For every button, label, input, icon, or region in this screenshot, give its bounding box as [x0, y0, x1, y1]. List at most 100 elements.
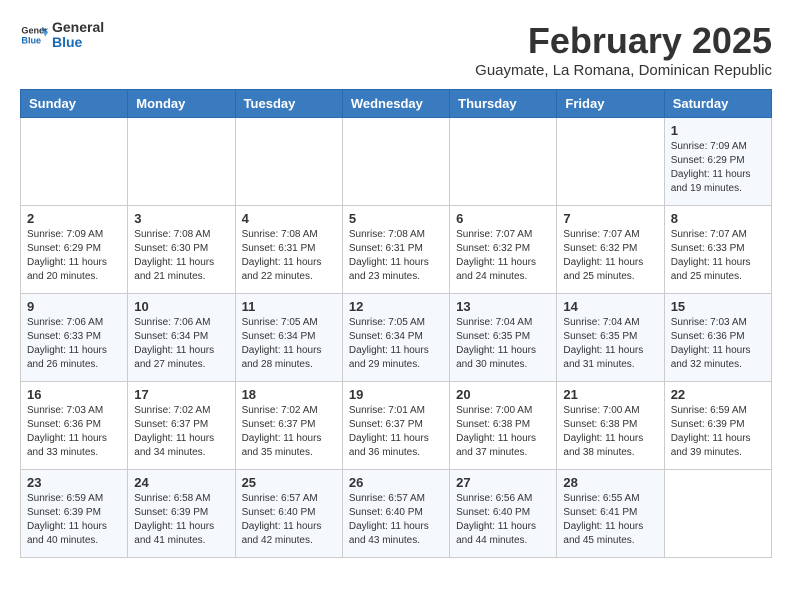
day-info: Sunrise: 6:59 AM Sunset: 6:39 PM Dayligh…: [671, 404, 765, 460]
day-number: 19: [349, 387, 443, 402]
calendar-cell: 17 Sunrise: 7:02 AM Sunset: 6:37 PM Dayli…: [128, 382, 235, 470]
day-number: 11: [242, 299, 336, 314]
calendar-cell: 2 Sunrise: 7:09 AM Sunset: 6:29 PM Daylig…: [21, 206, 128, 294]
day-info: Sunrise: 7:09 AM Sunset: 6:29 PM Dayligh…: [27, 228, 121, 284]
header-saturday: Saturday: [664, 90, 771, 118]
day-number: 8: [671, 211, 765, 226]
day-info: Sunrise: 6:55 AM Sunset: 6:41 PM Dayligh…: [563, 492, 657, 548]
calendar-cell: [235, 118, 342, 206]
calendar-cell: [21, 118, 128, 206]
calendar-week-2: 2 Sunrise: 7:09 AM Sunset: 6:29 PM Daylig…: [21, 206, 772, 294]
day-number: 28: [563, 475, 657, 490]
day-info: Sunrise: 7:04 AM Sunset: 6:35 PM Dayligh…: [456, 316, 550, 372]
day-info: Sunrise: 7:06 AM Sunset: 6:33 PM Dayligh…: [27, 316, 121, 372]
calendar-cell: 12 Sunrise: 7:05 AM Sunset: 6:34 PM Dayli…: [342, 294, 449, 382]
day-number: 17: [134, 387, 228, 402]
day-info: Sunrise: 7:04 AM Sunset: 6:35 PM Dayligh…: [563, 316, 657, 372]
day-info: Sunrise: 7:06 AM Sunset: 6:34 PM Dayligh…: [134, 316, 228, 372]
day-info: Sunrise: 7:07 AM Sunset: 6:32 PM Dayligh…: [456, 228, 550, 284]
day-info: Sunrise: 7:08 AM Sunset: 6:30 PM Dayligh…: [134, 228, 228, 284]
day-number: 25: [242, 475, 336, 490]
day-number: 6: [456, 211, 550, 226]
calendar-week-4: 16 Sunrise: 7:03 AM Sunset: 6:36 PM Dayli…: [21, 382, 772, 470]
calendar-cell: 9 Sunrise: 7:06 AM Sunset: 6:33 PM Daylig…: [21, 294, 128, 382]
calendar-cell: 24 Sunrise: 6:58 AM Sunset: 6:39 PM Dayli…: [128, 470, 235, 558]
day-info: Sunrise: 7:07 AM Sunset: 6:33 PM Dayligh…: [671, 228, 765, 284]
day-info: Sunrise: 6:57 AM Sunset: 6:40 PM Dayligh…: [242, 492, 336, 548]
header-thursday: Thursday: [450, 90, 557, 118]
calendar-cell: 25 Sunrise: 6:57 AM Sunset: 6:40 PM Dayli…: [235, 470, 342, 558]
calendar-cell: 11 Sunrise: 7:05 AM Sunset: 6:34 PM Dayli…: [235, 294, 342, 382]
day-number: 2: [27, 211, 121, 226]
calendar-cell: 10Sunrise: 7:06 AM Sunset: 6:34 PM Dayli…: [128, 294, 235, 382]
day-number: 21: [563, 387, 657, 402]
day-info: Sunrise: 6:58 AM Sunset: 6:39 PM Dayligh…: [134, 492, 228, 548]
day-number: 5: [349, 211, 443, 226]
day-number: 26: [349, 475, 443, 490]
day-info: Sunrise: 6:57 AM Sunset: 6:40 PM Dayligh…: [349, 492, 443, 548]
day-info: Sunrise: 7:01 AM Sunset: 6:37 PM Dayligh…: [349, 404, 443, 460]
day-number: 16: [27, 387, 121, 402]
calendar-cell: [557, 118, 664, 206]
calendar-cell: [450, 118, 557, 206]
calendar-cell: 21 Sunrise: 7:00 AM Sunset: 6:38 PM Dayli…: [557, 382, 664, 470]
calendar: SundayMondayTuesdayWednesdayThursdayFrid…: [20, 89, 772, 558]
header-sunday: Sunday: [21, 90, 128, 118]
calendar-cell: 1Sunrise: 7:09 AM Sunset: 6:29 PM Daylig…: [664, 118, 771, 206]
day-info: Sunrise: 7:03 AM Sunset: 6:36 PM Dayligh…: [27, 404, 121, 460]
calendar-cell: 8 Sunrise: 7:07 AM Sunset: 6:33 PM Daylig…: [664, 206, 771, 294]
day-info: Sunrise: 6:56 AM Sunset: 6:40 PM Dayligh…: [456, 492, 550, 548]
subtitle: Guaymate, La Romana, Dominican Republic: [475, 62, 772, 79]
day-info: Sunrise: 6:59 AM Sunset: 6:39 PM Dayligh…: [27, 492, 121, 548]
calendar-cell: 23Sunrise: 6:59 AM Sunset: 6:39 PM Dayli…: [21, 470, 128, 558]
calendar-cell: 5 Sunrise: 7:08 AM Sunset: 6:31 PM Daylig…: [342, 206, 449, 294]
header-friday: Friday: [557, 90, 664, 118]
svg-text:Blue: Blue: [21, 36, 41, 46]
day-info: Sunrise: 7:02 AM Sunset: 6:37 PM Dayligh…: [242, 404, 336, 460]
calendar-cell: 15Sunrise: 7:03 AM Sunset: 6:36 PM Dayli…: [664, 294, 771, 382]
calendar-cell: 18 Sunrise: 7:02 AM Sunset: 6:37 PM Dayli…: [235, 382, 342, 470]
day-info: Sunrise: 7:05 AM Sunset: 6:34 PM Dayligh…: [349, 316, 443, 372]
main-title: February 2025: [475, 20, 772, 62]
day-number: 13: [456, 299, 550, 314]
page-header: General Blue General Blue February 2025 …: [20, 20, 772, 79]
calendar-cell: 16 Sunrise: 7:03 AM Sunset: 6:36 PM Dayli…: [21, 382, 128, 470]
day-number: 4: [242, 211, 336, 226]
header-monday: Monday: [128, 90, 235, 118]
calendar-cell: 22Sunrise: 6:59 AM Sunset: 6:39 PM Dayli…: [664, 382, 771, 470]
calendar-cell: 3 Sunrise: 7:08 AM Sunset: 6:30 PM Daylig…: [128, 206, 235, 294]
day-number: 27: [456, 475, 550, 490]
day-info: Sunrise: 7:00 AM Sunset: 6:38 PM Dayligh…: [563, 404, 657, 460]
logo-line1: General: [52, 20, 104, 35]
day-info: Sunrise: 7:08 AM Sunset: 6:31 PM Dayligh…: [242, 228, 336, 284]
day-number: 15: [671, 299, 765, 314]
day-info: Sunrise: 7:05 AM Sunset: 6:34 PM Dayligh…: [242, 316, 336, 372]
day-info: Sunrise: 7:09 AM Sunset: 6:29 PM Dayligh…: [671, 140, 765, 196]
day-info: Sunrise: 7:08 AM Sunset: 6:31 PM Dayligh…: [349, 228, 443, 284]
day-info: Sunrise: 7:00 AM Sunset: 6:38 PM Dayligh…: [456, 404, 550, 460]
calendar-cell: 13 Sunrise: 7:04 AM Sunset: 6:35 PM Dayli…: [450, 294, 557, 382]
day-number: 18: [242, 387, 336, 402]
calendar-cell: [342, 118, 449, 206]
day-number: 7: [563, 211, 657, 226]
day-number: 9: [27, 299, 121, 314]
calendar-cell: 14 Sunrise: 7:04 AM Sunset: 6:35 PM Dayli…: [557, 294, 664, 382]
calendar-week-3: 9 Sunrise: 7:06 AM Sunset: 6:33 PM Daylig…: [21, 294, 772, 382]
calendar-cell: 7Sunrise: 7:07 AM Sunset: 6:32 PM Daylig…: [557, 206, 664, 294]
calendar-cell: 20Sunrise: 7:00 AM Sunset: 6:38 PM Dayli…: [450, 382, 557, 470]
header-tuesday: Tuesday: [235, 90, 342, 118]
calendar-cell: 4 Sunrise: 7:08 AM Sunset: 6:31 PM Daylig…: [235, 206, 342, 294]
day-info: Sunrise: 7:02 AM Sunset: 6:37 PM Dayligh…: [134, 404, 228, 460]
calendar-cell: [128, 118, 235, 206]
calendar-cell: 6 Sunrise: 7:07 AM Sunset: 6:32 PM Daylig…: [450, 206, 557, 294]
header-wednesday: Wednesday: [342, 90, 449, 118]
day-number: 3: [134, 211, 228, 226]
logo-line2: Blue: [52, 35, 104, 50]
day-number: 12: [349, 299, 443, 314]
calendar-week-1: 1Sunrise: 7:09 AM Sunset: 6:29 PM Daylig…: [21, 118, 772, 206]
calendar-cell: 27 Sunrise: 6:56 AM Sunset: 6:40 PM Dayli…: [450, 470, 557, 558]
day-number: 14: [563, 299, 657, 314]
calendar-week-5: 23Sunrise: 6:59 AM Sunset: 6:39 PM Dayli…: [21, 470, 772, 558]
calendar-cell: [664, 470, 771, 558]
day-number: 24: [134, 475, 228, 490]
